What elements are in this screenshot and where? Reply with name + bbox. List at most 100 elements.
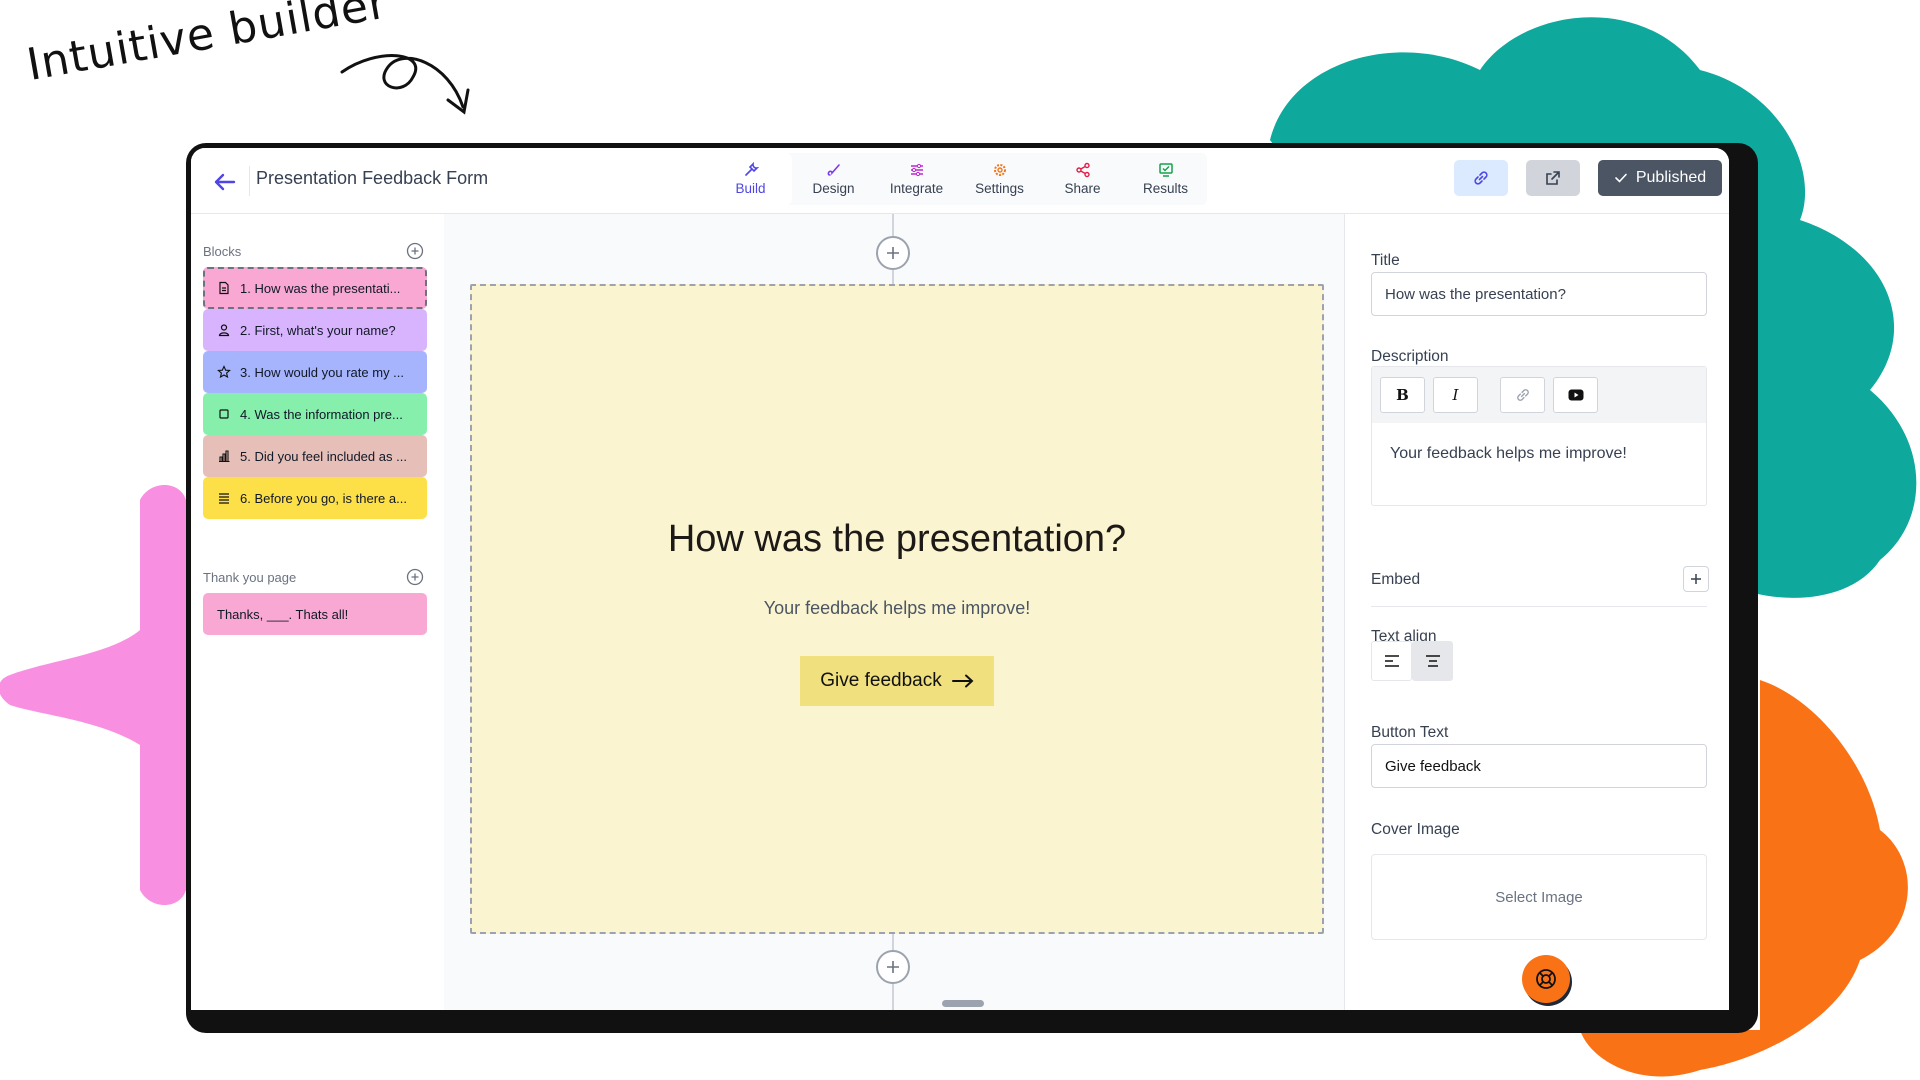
block-item-1[interactable]: 1. How was the presentati... (203, 267, 427, 309)
document-icon (219, 281, 229, 295)
blocks-sidebar: Blocks 1. How was the presentati... 2. F… (191, 214, 444, 1010)
block-label: 6. Before you go, is there a... (240, 490, 407, 506)
connector-line (892, 270, 894, 284)
connector-line (892, 934, 894, 950)
add-block-below-button[interactable] (876, 950, 910, 984)
stage: Intuitive builder Presentation Feedback … (0, 0, 1920, 1080)
give-feedback-button[interactable]: Give feedback (800, 656, 994, 706)
wrench-icon (744, 162, 759, 176)
align-center-button[interactable] (1412, 641, 1453, 681)
open-external-button[interactable] (1526, 160, 1580, 196)
question-card[interactable]: How was the presentation? Your feedback … (470, 284, 1324, 934)
builder-tabs: Build Design Integrate Settings Share Re… (709, 153, 1207, 205)
sliders-icon (910, 163, 923, 177)
add-thankyou-icon[interactable] (406, 568, 424, 586)
tab-results[interactable]: Results (1124, 153, 1207, 205)
properties-panel: Title How was the presentation? Descript… (1344, 214, 1729, 1010)
results-icon (1158, 163, 1173, 177)
block-label: 1. How was the presentati... (240, 280, 401, 296)
tab-label: Results (1142, 181, 1188, 196)
italic-button[interactable]: I (1433, 377, 1478, 413)
align-left-button[interactable] (1371, 641, 1412, 681)
add-block-above-button[interactable] (876, 236, 910, 270)
plus-icon (887, 961, 899, 973)
help-button[interactable] (1522, 955, 1570, 1003)
block-label: 4. Was the information pre... (240, 406, 403, 422)
button-label: Give feedback (820, 670, 942, 691)
title-label: Title (1371, 252, 1400, 269)
divider (249, 166, 250, 196)
star-icon (217, 365, 231, 379)
add-block-icon[interactable] (406, 242, 424, 260)
tab-label: Integrate (889, 181, 944, 196)
published-label: Published (1635, 169, 1707, 186)
arrow-right-icon (951, 674, 974, 688)
tab-build[interactable]: Build (709, 153, 792, 205)
tab-settings[interactable]: Settings (958, 153, 1041, 205)
blocks-heading: Blocks (203, 244, 242, 259)
add-embed-button[interactable] (1683, 566, 1709, 592)
insert-link-button[interactable] (1500, 377, 1545, 413)
description-text[interactable]: Your feedback helps me improve! (1372, 423, 1706, 485)
question-title: How was the presentation? (667, 518, 1127, 560)
youtube-icon (1568, 389, 1583, 401)
tab-label: Build (735, 181, 766, 196)
link-icon (1474, 171, 1488, 185)
description-label: Description (1371, 348, 1449, 365)
question-description: Your feedback helps me improve! (763, 598, 1031, 618)
select-image-area[interactable]: Select Image (1371, 854, 1707, 940)
block-item-2[interactable]: 2. First, what's your name? (203, 309, 427, 351)
form-canvas: How was the presentation? Your feedback … (444, 214, 1344, 1010)
plus-icon (1691, 574, 1701, 584)
copy-link-button[interactable] (1454, 160, 1508, 196)
block-label: Thanks, ___. Thats all! (217, 606, 349, 622)
button-text-label: Button Text (1371, 724, 1449, 741)
app-screen: Presentation Feedback Form Build Design … (191, 148, 1729, 1010)
text-lines-icon (219, 493, 229, 504)
back-arrow-icon[interactable] (211, 168, 239, 196)
connector-line (892, 214, 894, 236)
description-editor: B I Your feedback helps me improve! (1371, 366, 1707, 506)
insert-video-button[interactable] (1553, 377, 1598, 413)
tab-label: Design (812, 181, 855, 196)
curly-arrow-icon (340, 54, 470, 115)
lifebuoy-icon (1536, 969, 1556, 989)
block-label: 3. How would you rate my ... (240, 364, 405, 380)
link-icon (1516, 389, 1529, 401)
block-item-6[interactable]: 6. Before you go, is there a... (203, 477, 427, 519)
form-title: Presentation Feedback Form (256, 168, 489, 188)
embed-label: Embed (1371, 571, 1421, 588)
published-button[interactable]: Published (1598, 160, 1722, 196)
tab-integrate[interactable]: Integrate (875, 153, 958, 205)
divider (1371, 606, 1707, 607)
brush-icon (827, 164, 840, 176)
scroll-handle[interactable] (942, 1000, 984, 1007)
tab-label: Share (1064, 181, 1101, 196)
editor-toolbar: B I (1372, 367, 1706, 423)
block-label: 2. First, what's your name? (240, 322, 396, 338)
block-item-3[interactable]: 3. How would you rate my ... (203, 351, 427, 393)
bold-button[interactable]: B (1380, 377, 1425, 413)
thankyou-block[interactable]: Thanks, ___. Thats all! (203, 593, 427, 635)
tab-label: Settings (975, 181, 1024, 196)
button-text-input[interactable]: Give feedback (1371, 744, 1707, 788)
connector-line (892, 984, 894, 1010)
top-bar: Presentation Feedback Form Build Design … (191, 148, 1729, 214)
user-icon (218, 324, 230, 337)
block-label: 5. Did you feel included as ... (240, 448, 407, 464)
gear-icon (993, 164, 1006, 176)
align-center-icon (1425, 655, 1440, 667)
block-item-4[interactable]: 4. Was the information pre... (203, 393, 427, 435)
external-link-icon (1546, 171, 1560, 185)
plus-icon (887, 247, 899, 259)
share-icon (1075, 162, 1090, 178)
tab-share[interactable]: Share (1041, 153, 1124, 205)
align-left-icon (1384, 655, 1399, 667)
cover-image-label: Cover Image (1371, 821, 1460, 838)
thankyou-heading: Thank you page (203, 570, 297, 585)
block-item-5[interactable]: 5. Did you feel included as ... (203, 435, 427, 477)
tab-design[interactable]: Design (792, 153, 875, 205)
pink-star (0, 485, 186, 905)
title-input[interactable]: How was the presentation? (1371, 272, 1707, 316)
bar-chart-icon (219, 450, 230, 463)
